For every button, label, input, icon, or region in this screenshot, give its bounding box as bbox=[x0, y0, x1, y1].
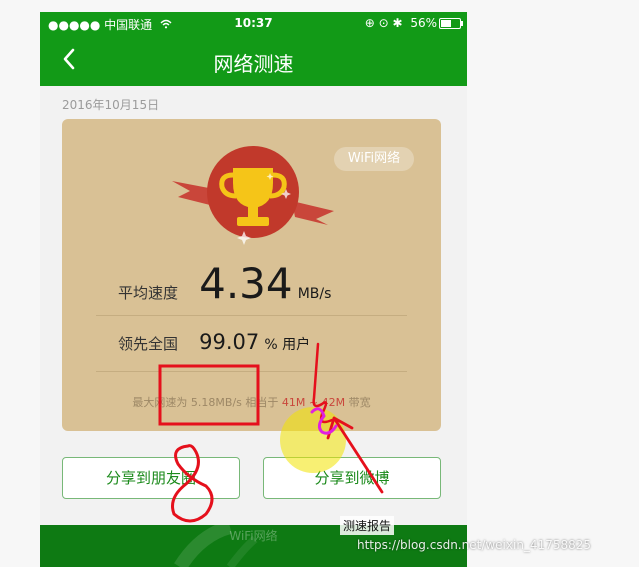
speed-report-label: 测速报告 bbox=[340, 516, 395, 535]
info-equivalent: 相当于 bbox=[245, 396, 279, 409]
average-speed-row: 平均速度 4.34 MB/s bbox=[118, 259, 331, 308]
share-moments-button[interactable]: 分享到朋友圈 bbox=[62, 457, 240, 499]
rank-unit: % 用户 bbox=[264, 337, 311, 353]
divider bbox=[96, 371, 407, 372]
phone-screen: ●●●●● 中国联通 10:37 ⊕ ⊙ ✱ 56% 网络测速 2016年10月… bbox=[40, 12, 467, 567]
nav-bar: 网络测速 bbox=[40, 34, 467, 86]
national-rank-row: 领先全国 99.07 % 用户 bbox=[118, 330, 310, 354]
battery-icon bbox=[439, 18, 463, 29]
csdn-watermark: https://blog.csdn.net/weixin_41758825 bbox=[357, 538, 592, 552]
info-max-speed: 5.18MB/s bbox=[190, 396, 242, 409]
page-title: 网络测速 bbox=[213, 52, 294, 76]
max-speed-info: 最大网速为 5.18MB/s 相当于 41M ~ 42M 带宽 bbox=[62, 394, 441, 410]
battery-percent: 56% bbox=[410, 16, 437, 30]
info-suffix: 带宽 bbox=[348, 396, 371, 409]
trophy-badge bbox=[170, 137, 336, 247]
average-speed-label: 平均速度 bbox=[118, 284, 179, 302]
speed-result-card: WiFi网络 平均速度 4.34 MB/s 领先全国 99.07 % 用户 最大… bbox=[62, 119, 441, 431]
rank-label: 领先全国 bbox=[118, 335, 179, 353]
info-prefix: 最大网速为 bbox=[132, 396, 188, 409]
rank-value: 99.07 bbox=[199, 330, 260, 354]
status-right-group: ⊕ ⊙ ✱ 56% bbox=[365, 16, 437, 30]
divider bbox=[96, 315, 407, 316]
status-system-icons: ⊕ ⊙ ✱ bbox=[364, 16, 403, 30]
screen-capture: ●●●●● 中国联通 10:37 ⊕ ⊙ ✱ 56% 网络测速 2016年10月… bbox=[0, 0, 639, 567]
info-bandwidth-range: 41M ~ 42M bbox=[281, 396, 346, 409]
share-weibo-button[interactable]: 分享到微博 bbox=[263, 457, 441, 499]
average-speed-value: 4.34 bbox=[199, 259, 293, 308]
ribbon-right-icon bbox=[292, 201, 334, 225]
speed-unit: MB/s bbox=[297, 286, 332, 302]
status-bar: ●●●●● 中国联通 10:37 ⊕ ⊙ ✱ 56% bbox=[40, 12, 467, 34]
network-type-badge: WiFi网络 bbox=[334, 147, 414, 171]
test-date: 2016年10月15日 bbox=[62, 98, 160, 112]
